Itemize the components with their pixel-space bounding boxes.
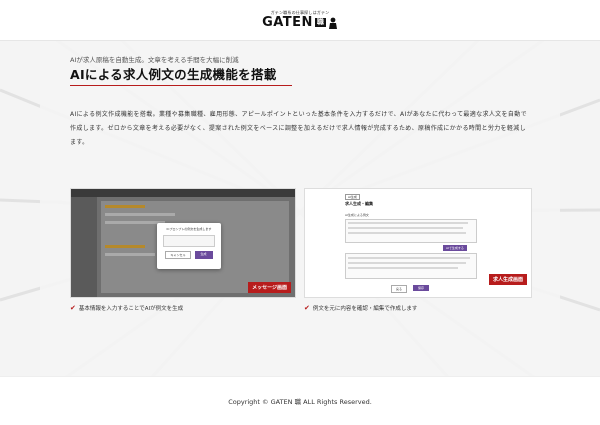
mock-title: 求人生成・編集	[345, 201, 373, 206]
mock-line	[348, 262, 466, 264]
caption-text: 基本情報を入力することでAIが例文を生成	[78, 306, 184, 312]
dialog-field	[163, 235, 215, 247]
check-icon: ✔	[70, 304, 76, 312]
mock-line	[348, 232, 466, 234]
section-description: AIによる例文作成機能を搭載。業種や募集職種、雇用形態、アピールポイントといった…	[70, 111, 527, 146]
mock-line	[348, 222, 468, 224]
gaten-logo[interactable]: ガテン職系の仕事探しはガテン GATEN 職	[262, 11, 338, 29]
mock-line	[348, 267, 458, 269]
back-button[interactable]: 戻る	[391, 285, 408, 293]
ai-generate-button[interactable]: AIで生成する	[443, 245, 467, 251]
save-button[interactable]: 保存	[413, 285, 430, 291]
mock-line	[105, 213, 175, 216]
dialog-cancel-button[interactable]: キャンセル	[165, 251, 191, 259]
screenshot-message-screen: ICプロンプトの例文を生成します キャンセル 生成 メッセージ画面	[70, 188, 296, 298]
mock-line	[105, 245, 145, 248]
section-kicker: AIが求人原稿を自動生成。文章を考える手間を大幅に削減	[70, 56, 239, 64]
dialog-generate-button[interactable]: 生成	[194, 251, 213, 259]
copyright-text: Copyright © GATEN 職 ALL Rights Reserved.	[228, 398, 372, 406]
screenshot-job-generation: AI生成 求人生成・編集 AI生成による例文 AIで生成する 戻る 保存 求人生…	[304, 188, 532, 298]
mock-line	[348, 227, 463, 229]
dialog-actions: キャンセル 生成	[157, 251, 221, 259]
mock-line	[105, 253, 155, 256]
mock-field-label: AI生成による例文	[345, 213, 369, 217]
check-icon: ✔	[304, 304, 310, 312]
ai-generated-tag: AI生成	[345, 194, 360, 200]
mock-topbar	[71, 189, 295, 197]
site-header: ガテン職系の仕事探しはガテン GATEN 職	[0, 0, 600, 41]
mock-line	[348, 257, 470, 259]
section-heading: AIによる求人例文の生成機能を搭載	[70, 67, 277, 82]
feature-section: AIが求人原稿を自動生成。文章を考える手間を大幅に削減 AIによる求人例文の生成…	[0, 40, 600, 376]
logo-mark: 職	[314, 18, 326, 27]
dialog-title: ICプロンプトの例文を生成します	[166, 227, 212, 231]
caption-text: 例文を元に内容を確認・編集で作成します	[312, 306, 418, 312]
mock-line	[105, 205, 145, 208]
ai-dialog: ICプロンプトの例文を生成します キャンセル 生成	[157, 223, 221, 269]
caption-message-screen: ✔ 基本情報を入力することでAIが例文を生成	[70, 304, 183, 312]
worker-icon	[328, 17, 337, 29]
message-screen-badge: メッセージ画面	[248, 282, 291, 293]
caption-job-generation: ✔ 例文を元に内容を確認・編集で作成します	[304, 304, 417, 312]
site-footer: Copyright © GATEN 職 ALL Rights Reserved.	[0, 376, 600, 425]
heading-underline	[70, 85, 292, 86]
logo-wordmark: GATEN	[262, 15, 313, 30]
mock-line	[105, 221, 165, 224]
logo-row: GATEN 職	[262, 16, 338, 29]
job-generation-badge: 求人生成画面	[488, 274, 527, 285]
mock-sidebar	[71, 197, 97, 297]
